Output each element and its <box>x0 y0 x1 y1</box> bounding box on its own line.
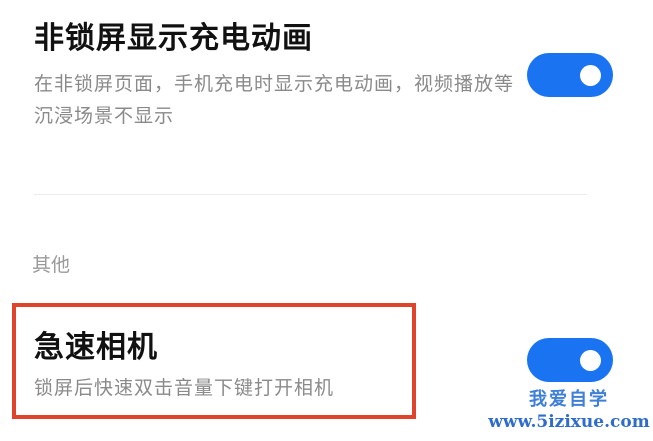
divider <box>34 194 587 195</box>
toggle-knob <box>580 349 601 371</box>
watermark: 我爱自学 www.5izixue.com <box>485 383 653 441</box>
toggle-knob <box>580 64 601 86</box>
watermark-url: www.5izixue.com <box>488 412 650 432</box>
setting-description: 在非锁屏页面，手机充电时显示充电动画，视频播放等沉浸场景不显示 <box>34 73 515 127</box>
settings-page: 非锁屏显示充电动画 在非锁屏页面，手机充电时显示充电动画，视频播放等沉浸场景不显… <box>0 0 653 441</box>
setting-title: 非锁屏显示充电动画 <box>34 21 313 56</box>
section-header-other: 其他 <box>32 254 71 276</box>
highlight-box <box>12 303 416 419</box>
watermark-text: 我爱自学 <box>529 389 609 410</box>
charging-animation-toggle[interactable] <box>527 53 613 97</box>
quick-camera-toggle[interactable] <box>527 338 613 382</box>
